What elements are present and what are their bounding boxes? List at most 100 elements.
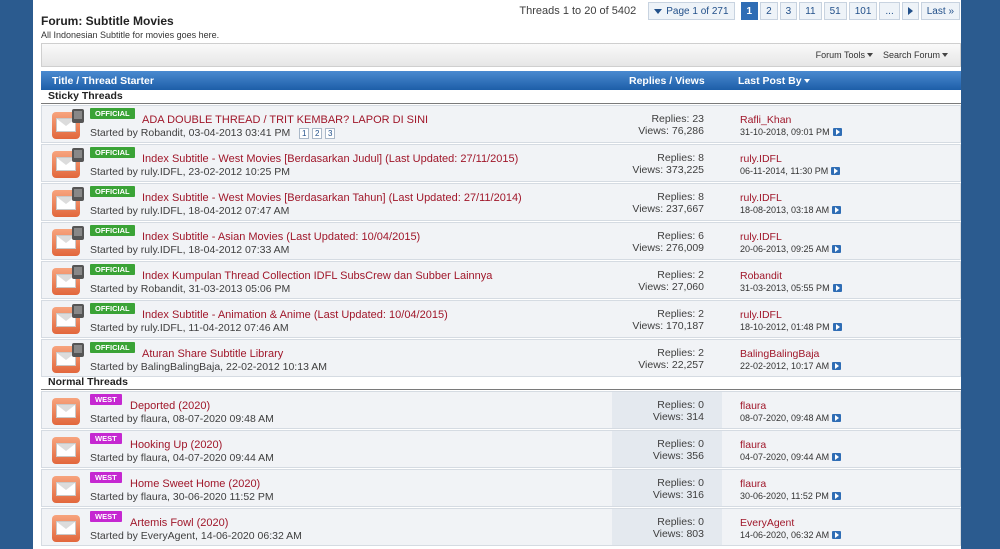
thread-starter: Started by ruly.IDFL, 18-04-2012 07:33 A…: [90, 244, 289, 256]
page-link[interactable]: 51: [823, 2, 847, 20]
prefix-badge: OFFICIAL: [90, 303, 135, 314]
thread-title-link[interactable]: Index Subtitle - Asian Movies (Last Upda…: [142, 231, 420, 243]
last-post-date: 18-08-2013, 03:18 AM: [740, 204, 842, 216]
next-page-button[interactable]: [901, 2, 919, 20]
last-post-date: 08-07-2020, 09:48 AM: [740, 412, 842, 424]
thread-stats: Replies: 2 Views: 27,060: [638, 269, 704, 293]
last-post: BalingBalingBaja 22-02-2012, 10:17 AM: [740, 348, 842, 372]
thread-icon: [52, 226, 84, 256]
last-post-user-link[interactable]: ruly.IDFL: [740, 192, 841, 204]
last-post-user-link[interactable]: Rafli_Khan: [740, 114, 842, 126]
go-to-last-post-icon[interactable]: [831, 167, 841, 175]
thread-stats: Replies: 0 Views: 314: [653, 399, 704, 423]
thread-count: Threads 1 to 20 of 5402: [519, 5, 637, 17]
thread-title-link[interactable]: Artemis Fowl (2020): [130, 517, 228, 529]
last-post-user-link[interactable]: ruly.IDFL: [740, 309, 842, 321]
search-forum-menu[interactable]: Search Forum: [883, 50, 948, 60]
page-title: Forum: Subtitle Movies: [41, 14, 174, 28]
thread-title-link[interactable]: Deported (2020): [130, 400, 210, 412]
page-link[interactable]: 11: [799, 2, 822, 20]
prefix-badge: OFFICIAL: [90, 264, 135, 275]
thread-page-link[interactable]: 3: [325, 127, 336, 139]
thread-title-link[interactable]: Index Subtitle - West Movies [Berdasarka…: [142, 192, 522, 204]
thread-starter: Started by BalingBalingBaja, 22-02-2012 …: [90, 361, 327, 373]
prefix-badge: OFFICIAL: [90, 147, 135, 158]
prefix-badge: OFFICIAL: [90, 186, 135, 197]
last-post-date-text: 14-06-2020, 06:32 AM: [740, 530, 830, 540]
thread-title-link[interactable]: Hooking Up (2020): [130, 439, 222, 451]
last-post-user-link[interactable]: flaura: [740, 400, 841, 412]
replies-count: Replies: 23: [651, 113, 704, 125]
last-post-date-text: 31-03-2013, 05:55 PM: [740, 283, 830, 293]
chevron-down-icon: [866, 53, 873, 57]
last-post-date: 31-03-2013, 05:55 PM: [740, 282, 842, 294]
forum-page: Forum: Subtitle Movies All Indonesian Su…: [33, 0, 974, 549]
page-link-current[interactable]: 1: [740, 2, 759, 20]
views-count: Views: 356: [652, 450, 704, 462]
thread-title-link[interactable]: Home Sweet Home (2020): [130, 478, 260, 490]
go-to-last-post-icon[interactable]: [832, 362, 842, 370]
envelope-icon: [56, 404, 76, 418]
page-jump-dropdown[interactable]: Page 1 of 271: [648, 2, 735, 20]
page-link[interactable]: 2: [760, 2, 778, 20]
last-post-user-link[interactable]: ruly.IDFL: [740, 153, 840, 165]
replies-count: Replies: 6: [657, 230, 704, 242]
last-post-date-text: 20-06-2013, 09:25 AM: [740, 244, 830, 254]
go-to-last-post-icon[interactable]: [832, 531, 842, 539]
replies-count: Replies: 0: [657, 438, 704, 450]
started-by-text: Started by BalingBalingBaja, 22-02-2012 …: [90, 361, 327, 373]
section-heading-normal: Normal Threads: [41, 376, 961, 390]
go-to-last-post-icon[interactable]: [832, 414, 842, 422]
thread-icon: [52, 437, 80, 464]
go-to-last-post-icon[interactable]: [832, 323, 842, 331]
thread-starter: Started by Robandit, 03-04-2013 03:41 PM…: [90, 127, 336, 139]
page-link[interactable]: 101: [848, 2, 878, 20]
prefix-badge: WEST: [90, 511, 122, 522]
last-post: flaura 30-06-2020, 11:52 PM: [740, 478, 841, 502]
replies-count: Replies: 0: [657, 516, 704, 528]
forum-tools-menu[interactable]: Forum Tools: [816, 50, 873, 60]
sort-by-replies-views[interactable]: Replies / Views: [629, 75, 705, 87]
last-post: flaura 08-07-2020, 09:48 AM: [740, 400, 842, 424]
go-to-last-post-icon[interactable]: [832, 245, 842, 253]
forum-description: All Indonesian Subtitle for movies goes …: [41, 30, 220, 40]
last-post-date-text: 22-02-2012, 10:17 AM: [740, 361, 830, 371]
thread-page-link[interactable]: 2: [312, 127, 323, 139]
last-post-user-link[interactable]: Robandit: [740, 270, 842, 282]
thread-page-link[interactable]: 1: [299, 127, 310, 139]
go-to-last-post-icon[interactable]: [832, 284, 842, 292]
last-post-user-link[interactable]: flaura: [740, 478, 841, 490]
last-post-date: 31-10-2018, 09:01 PM: [740, 126, 842, 138]
last-post: Robandit 31-03-2013, 05:55 PM: [740, 270, 842, 294]
go-to-last-post-icon[interactable]: [831, 492, 841, 500]
started-by-text: Started by ruly.IDFL, 18-04-2012 07:33 A…: [90, 244, 290, 256]
go-to-last-post-icon[interactable]: [832, 128, 842, 136]
last-page-button[interactable]: Last »: [920, 2, 960, 20]
thread-row: WEST Home Sweet Home (2020) Started by fla…: [41, 469, 961, 507]
last-post: Rafli_Khan 31-10-2018, 09:01 PM: [740, 114, 842, 138]
envelope-icon: [56, 443, 76, 457]
sort-by-title[interactable]: Title / Thread Starter: [52, 75, 154, 87]
last-post-date-text: 08-07-2020, 09:48 AM: [740, 413, 830, 423]
thread-title-link[interactable]: Index Subtitle - West Movies [Berdasarka…: [142, 153, 518, 165]
last-post-date: 04-07-2020, 09:44 AM: [740, 451, 842, 463]
last-post-user-link[interactable]: ruly.IDFL: [740, 231, 841, 243]
last-post-date: 30-06-2020, 11:52 PM: [740, 490, 841, 502]
lock-icon: [72, 226, 84, 240]
prefix-badge: WEST: [90, 472, 122, 483]
page-link[interactable]: 3: [779, 2, 798, 20]
last-post-user-link[interactable]: BalingBalingBaja: [740, 348, 841, 360]
thread-title-link[interactable]: Index Subtitle - Animation & Anime (Last…: [142, 309, 448, 321]
thread-title-link[interactable]: ADA DOUBLE THREAD / TRIT KEMBAR? LAPOR D…: [142, 114, 428, 126]
page-ellipsis[interactable]: ...: [879, 2, 900, 20]
last-post-user-link[interactable]: EveryAgent: [740, 517, 841, 529]
thread-title-link[interactable]: Aturan Share Subtitle Library: [142, 348, 283, 360]
thread-title-link[interactable]: Index Kumpulan Thread Collection IDFL Su…: [142, 270, 492, 282]
go-to-last-post-icon[interactable]: [832, 453, 842, 461]
page-of-label: Page 1 of 271: [666, 5, 729, 17]
go-to-last-post-icon[interactable]: [832, 206, 842, 214]
thread-row: WEST Artemis Fowl (2020) Started by EveryA…: [41, 508, 961, 546]
last-post-user-link[interactable]: flaura: [740, 439, 841, 451]
sort-by-last-post[interactable]: Last Post By: [738, 75, 810, 87]
thread-icon: [52, 343, 84, 373]
